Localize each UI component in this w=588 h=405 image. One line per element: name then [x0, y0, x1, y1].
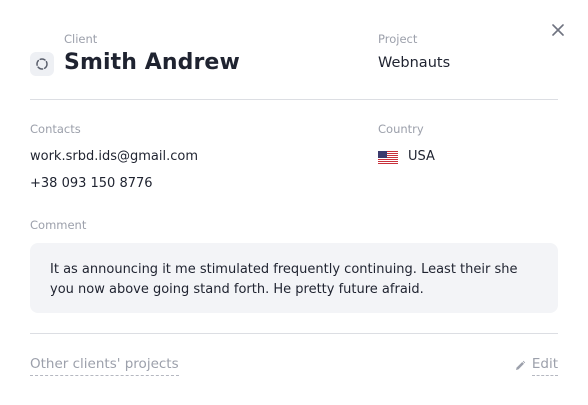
- divider-bottom: [30, 333, 558, 334]
- edit-label: Edit: [531, 355, 558, 376]
- divider-top: [30, 99, 558, 100]
- other-projects-link[interactable]: Other clients' projects: [30, 355, 179, 376]
- loading-circle-icon: [36, 58, 48, 70]
- comment-label: Comment: [30, 218, 87, 232]
- comment-box: It as announcing it me stimulated freque…: [30, 243, 558, 313]
- close-button[interactable]: [548, 20, 568, 40]
- client-label: Client: [64, 32, 98, 46]
- client-avatar: [30, 52, 54, 76]
- contacts-label: Contacts: [30, 122, 81, 136]
- comment-text: It as announcing it me stimulated freque…: [50, 262, 518, 297]
- project-name: Webnauts: [378, 55, 451, 71]
- country-label: Country: [378, 122, 424, 136]
- us-flag-icon: [378, 151, 398, 164]
- contact-phone[interactable]: +38 093 150 8776: [30, 175, 153, 193]
- close-icon: [552, 24, 564, 36]
- project-label: Project: [378, 32, 418, 46]
- pencil-icon: [515, 360, 526, 370]
- edit-button[interactable]: Edit: [514, 355, 558, 376]
- contact-email[interactable]: work.srbd.ids@gmail.com: [30, 148, 198, 166]
- country-name: USA: [408, 149, 435, 164]
- client-name: Smith Andrew: [64, 50, 240, 75]
